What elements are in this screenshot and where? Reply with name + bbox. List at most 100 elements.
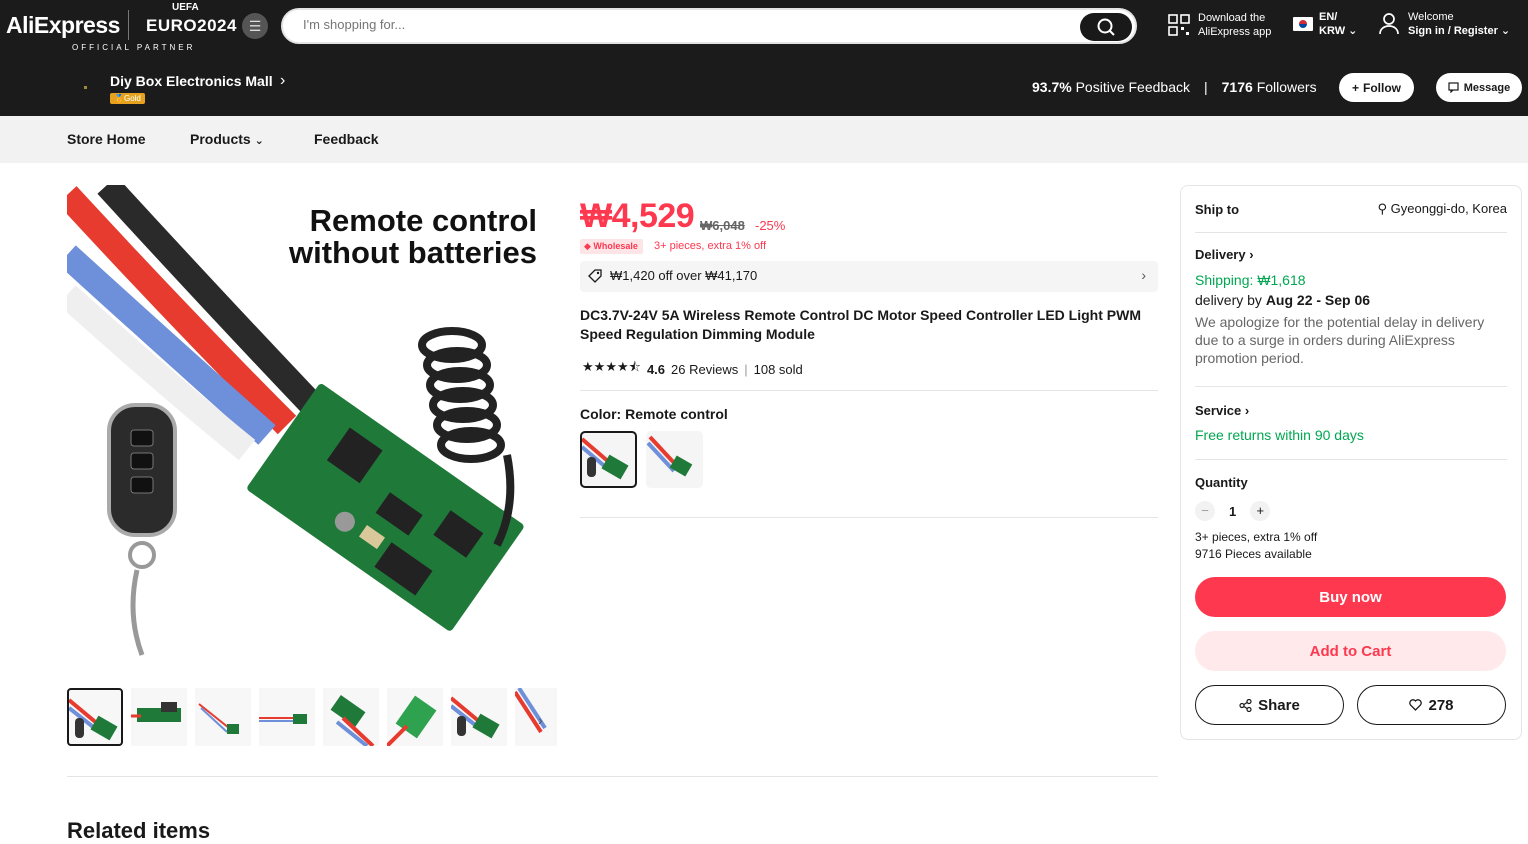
thumbnail[interactable] <box>67 688 123 746</box>
share-icon <box>1239 698 1252 712</box>
chevron-right-icon: › <box>1244 403 1250 418</box>
plus-icon: + <box>1351 80 1359 95</box>
stats-divider: | <box>1204 79 1208 95</box>
wholesale-badge-label: Wholesale <box>593 241 638 251</box>
star-icon: ★ <box>605 359 617 374</box>
delivery-section: Delivery › Shipping: ₩1,618 delivery by … <box>1195 247 1507 367</box>
price: ₩4,529 <box>580 197 695 235</box>
quantity-value[interactable]: 1 <box>1229 504 1236 519</box>
message-icon <box>1448 82 1459 93</box>
follow-label: Follow <box>1363 80 1401 95</box>
share-button[interactable]: Share <box>1195 685 1344 725</box>
account-text: Welcome Sign in / Register ⌄ <box>1408 10 1510 38</box>
reviews-link[interactable]: 26 Reviews <box>671 362 738 377</box>
decrease-button[interactable]: − <box>1195 501 1215 521</box>
add-to-cart-button[interactable]: Add to Cart <box>1195 631 1506 671</box>
message-button[interactable]: Message <box>1436 73 1522 102</box>
color-option-2[interactable] <box>646 431 703 488</box>
rating-value: 4.6 <box>646 361 666 377</box>
thumbnail-image <box>330 695 375 746</box>
thumbnail-image <box>387 695 437 746</box>
lang-line1: EN/ <box>1319 11 1338 23</box>
menu-icon[interactable]: ☰ <box>242 13 268 39</box>
user-icon <box>1379 13 1399 35</box>
increase-button[interactable]: + <box>1250 501 1271 521</box>
coupon-banner[interactable]: ₩1,420 off over ₩41,170 › <box>580 261 1158 292</box>
chevron-right-icon[interactable]: › <box>280 72 285 90</box>
wishlist-button[interactable]: 278 <box>1357 685 1506 725</box>
color-label: Color: Remote control <box>580 406 728 422</box>
service-label: Service <box>1195 403 1242 418</box>
followers-value: 7176 <box>1221 79 1253 95</box>
purchase-panel: Ship to ⚲ Gyeonggi-do, Korea Delivery › … <box>1180 185 1522 740</box>
buy-now-button[interactable]: Buy now <box>1195 577 1506 617</box>
currency: KRW <box>1319 25 1346 37</box>
thumbnail[interactable] <box>259 688 315 746</box>
search-bar <box>281 8 1137 44</box>
search-button[interactable] <box>1080 13 1132 41</box>
quantity-label: Quantity <box>1195 475 1248 490</box>
delivery-date: delivery by Aug 22 - Sep 06 <box>1195 292 1507 308</box>
product-title: DC3.7V-24V 5A Wireless Remote Control DC… <box>580 307 1141 342</box>
store-logo[interactable] <box>84 86 87 89</box>
star-icon: ★ <box>593 359 606 374</box>
thumbnail[interactable] <box>515 688 557 746</box>
uefa-label: UEFA <box>172 2 199 13</box>
service-value: Free returns within 90 days <box>1195 427 1364 443</box>
feedback-value: 93.7% <box>1032 79 1072 95</box>
search-icon <box>1097 18 1115 36</box>
search-input[interactable] <box>303 17 1063 32</box>
aliexpress-logo[interactable]: AliExpress <box>6 12 120 39</box>
thumbnail-image <box>451 696 500 739</box>
thumbnail-image <box>69 698 118 741</box>
delivery-label: Delivery <box>1195 247 1246 262</box>
follow-button[interactable]: + Follow <box>1339 73 1414 102</box>
nav-products-label: Products <box>190 131 251 147</box>
chevron-down-icon: ⌄ <box>254 135 264 147</box>
thumbnail[interactable] <box>451 688 507 746</box>
thumbnail[interactable] <box>323 688 379 746</box>
divider <box>1195 386 1507 387</box>
ship-to-value-wrap: ⚲ Gyeonggi-do, Korea <box>1377 201 1507 217</box>
main-product-image[interactable]: Remote control without batteries <box>67 185 557 665</box>
quantity-stepper: − 1 + <box>1195 501 1271 521</box>
thumbnail[interactable] <box>387 688 443 746</box>
color-option-remote-control[interactable] <box>580 431 637 488</box>
followers: 7176 Followers <box>1222 79 1317 95</box>
store-name[interactable]: Diy Box Electronics Mall <box>110 73 273 89</box>
divider <box>580 390 1158 391</box>
welcome-label: Welcome <box>1408 11 1454 23</box>
chevron-right-icon[interactable]: › <box>538 712 543 728</box>
store-nav: Store Home Products ⌄ Feedback <box>0 116 1528 163</box>
nav-products[interactable]: Products ⌄ <box>190 131 264 147</box>
delay-note: We apologize for the potential delay in … <box>1195 314 1485 366</box>
qr-code-icon <box>1168 14 1190 36</box>
divider <box>1195 232 1507 233</box>
quantity-section: Quantity <box>1195 475 1507 490</box>
download-text: Download the AliExpress app <box>1198 11 1271 39</box>
delivery-header[interactable]: Delivery › <box>1195 247 1507 262</box>
color-swatch-image <box>646 435 693 477</box>
nav-feedback[interactable]: Feedback <box>314 131 379 147</box>
language-currency-selector[interactable]: EN/ KRW ⌄ <box>1293 10 1357 38</box>
download-line2: AliExpress app <box>1198 26 1272 38</box>
service-header[interactable]: Service › <box>1195 403 1507 418</box>
thumbnail[interactable] <box>131 688 187 746</box>
discount-percent: -25% <box>755 218 786 233</box>
divider <box>580 517 1158 518</box>
color-swatch-image <box>582 437 629 480</box>
gold-badge: 🏅Gold <box>110 93 145 104</box>
ship-to-row[interactable]: Ship to ⚲ Gyeonggi-do, Korea <box>1195 201 1507 217</box>
delivery-by: delivery by <box>1195 292 1262 308</box>
wholesale-text: 3+ pieces, extra 1% off <box>654 240 767 252</box>
nav-store-home[interactable]: Store Home <box>67 131 146 147</box>
thumbnail-image <box>198 703 239 734</box>
image-text-line2: without batteries <box>288 235 537 270</box>
download-line1: Download the <box>1198 12 1266 24</box>
thumbnail[interactable] <box>195 688 251 746</box>
account-menu[interactable]: Welcome Sign in / Register ⌄ <box>1378 10 1510 38</box>
euro2024-logo: EURO2024 <box>146 16 237 35</box>
sold-count: 108 sold <box>753 361 803 377</box>
signin-label: Sign in / Register ⌄ <box>1408 24 1510 38</box>
download-app-link[interactable]: Download the AliExpress app <box>1168 11 1271 39</box>
